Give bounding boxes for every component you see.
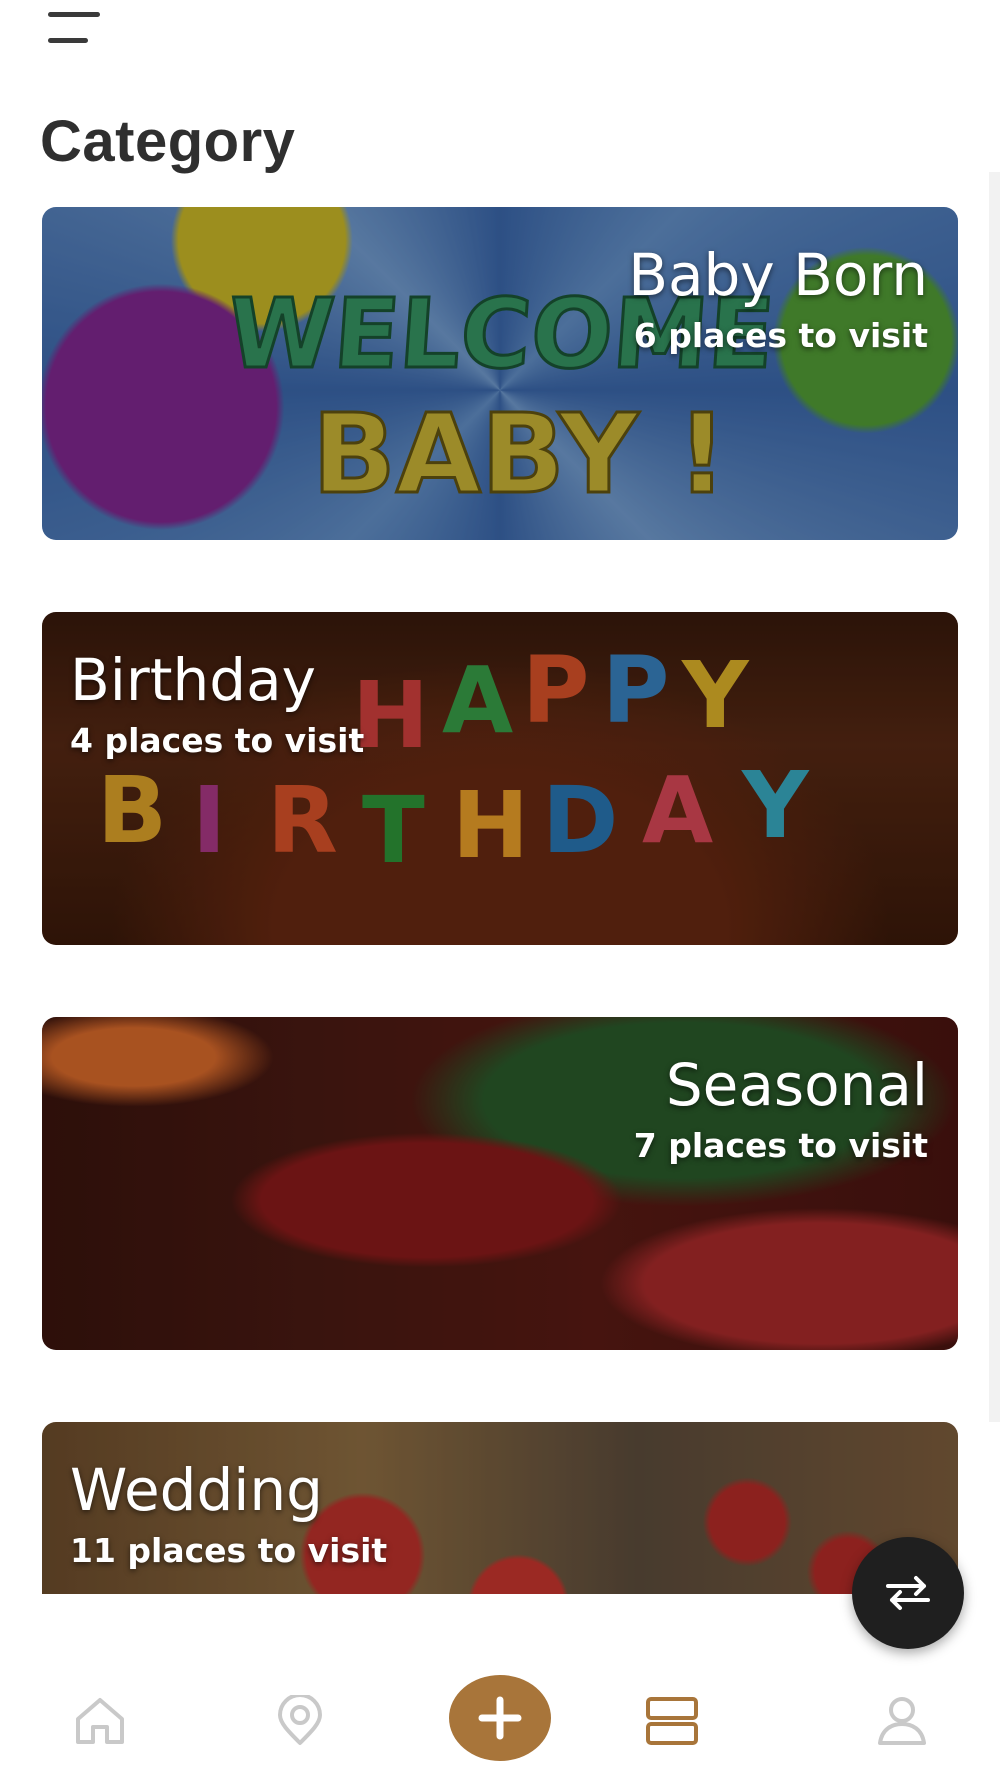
category-name: Wedding [70,1456,323,1524]
nav-list[interactable] [617,1675,727,1778]
place-count: 4 places to visit [70,721,365,760]
map-pin-icon [278,1695,322,1745]
menu-icon-bar [48,12,100,17]
category-name: Baby Born [628,241,928,309]
page-title: Category [40,109,296,174]
card-text: Birthday 4 places to visit [70,646,364,764]
category-name: Seasonal [665,1051,928,1119]
nav-home[interactable] [45,1675,155,1778]
category-card-seasonal[interactable]: Seasonal 7 places to visit [42,1017,958,1350]
nav-profile[interactable] [847,1675,957,1778]
menu-icon-bar [48,38,88,43]
category-name: Birthday [70,646,316,714]
swap-arrows-icon [886,1576,930,1610]
scrollbar[interactable] [989,172,1000,1422]
nav-add-button[interactable] [449,1675,553,1761]
plus-icon [478,1696,522,1740]
category-card-birthday[interactable]: H A P P Y B I R T H D A Y Birthday 4 pla… [42,612,958,945]
place-count: 11 places to visit [70,1531,388,1570]
place-count: 6 places to visit [633,316,928,355]
category-card-wedding[interactable]: Wedding 11 places to visit [42,1422,958,1594]
category-list: WELCOME BABY ! Baby Born 6 places to vis… [42,207,958,1594]
card-text: Wedding 11 places to visit [70,1456,387,1574]
place-count: 7 places to visit [633,1126,928,1165]
menu-button[interactable] [40,8,100,52]
list-view-icon [646,1697,698,1745]
user-icon [878,1697,926,1745]
card-text: Baby Born 6 places to visit [628,241,928,359]
card-text: Seasonal 7 places to visit [634,1051,928,1169]
nav-map[interactable] [245,1675,355,1778]
category-card-baby-born[interactable]: WELCOME BABY ! Baby Born 6 places to vis… [42,207,958,540]
home-icon [76,1698,124,1744]
swap-button[interactable] [852,1537,964,1649]
